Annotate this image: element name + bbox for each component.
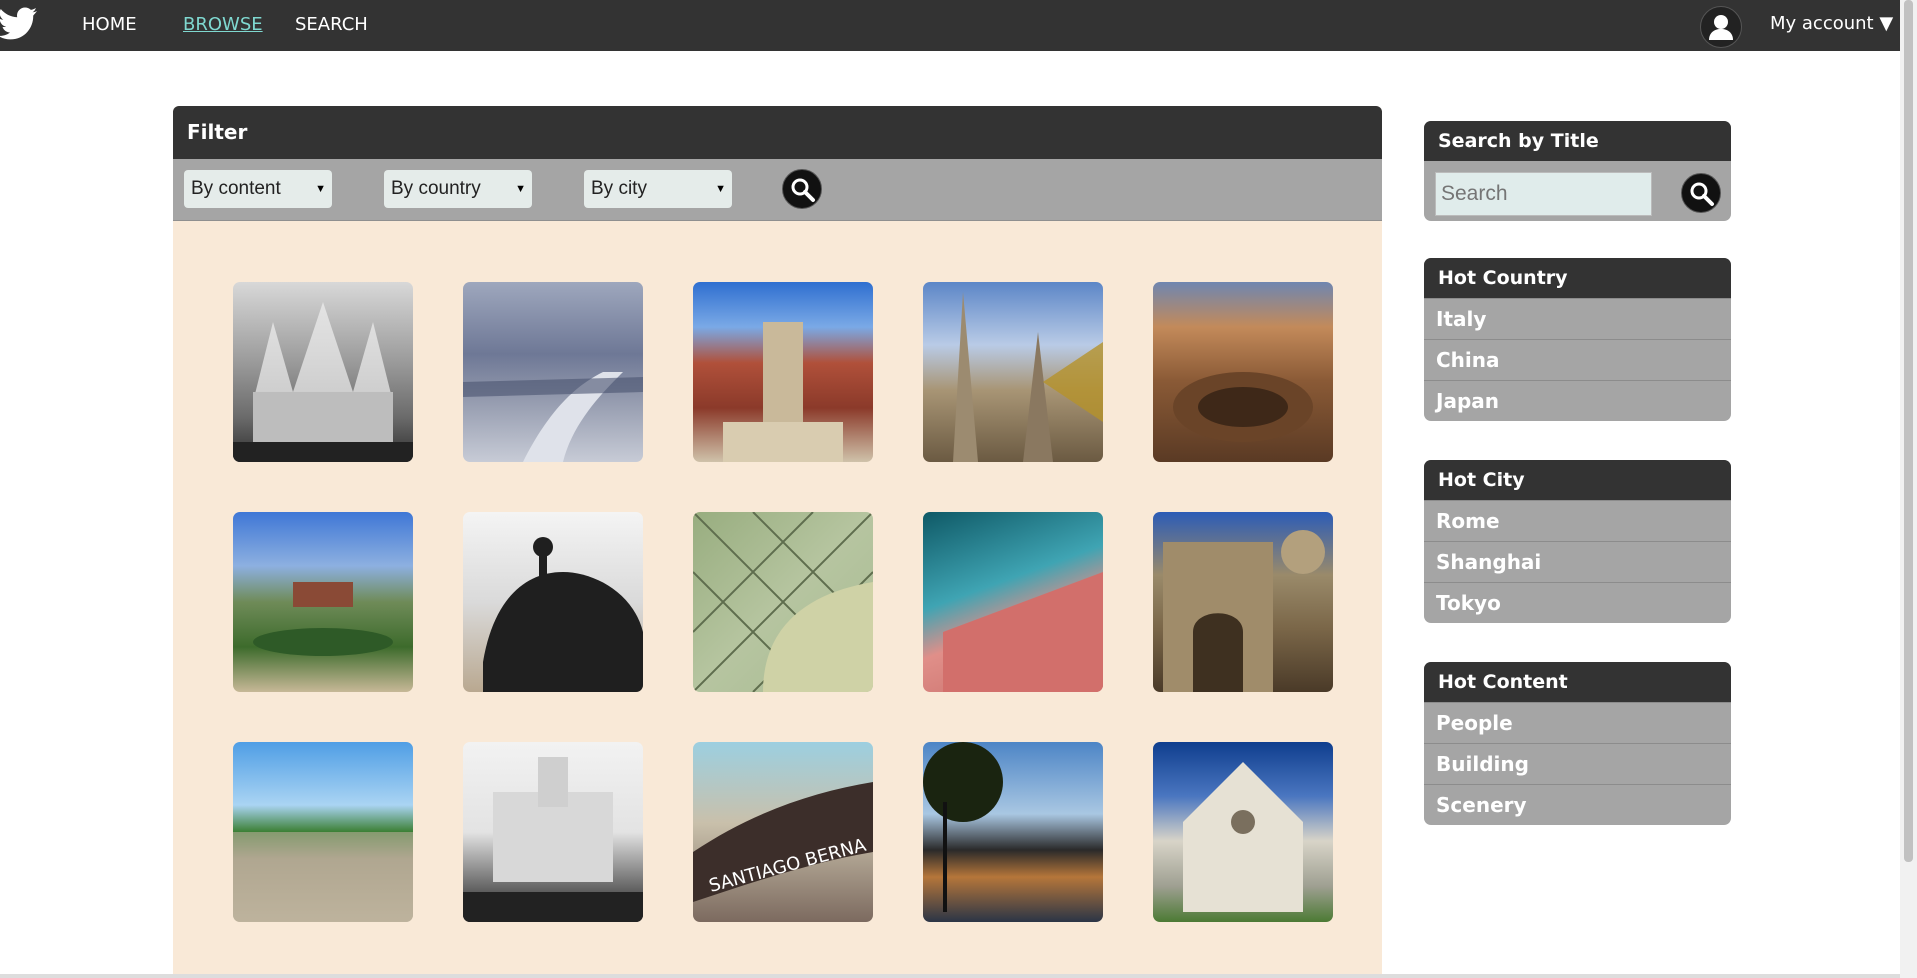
filter-search-button[interactable] <box>782 169 822 209</box>
nav-home-link[interactable]: HOME <box>82 14 137 35</box>
country-select[interactable]: By country ▼ <box>384 170 532 208</box>
user-avatar-icon[interactable] <box>1700 6 1742 48</box>
filter-bar: By content ▼ By country ▼ By city ▼ <box>173 159 1382 221</box>
hot-country-heading: Hot Country <box>1424 258 1731 298</box>
my-account-menu[interactable]: My account ▼ <box>1770 13 1893 34</box>
gallery-image-arsenal-stadium-sign[interactable] <box>923 512 1103 692</box>
nav-browse-link[interactable]: BROWSE <box>183 14 263 35</box>
hot-city-item[interactable]: Rome <box>1424 500 1731 541</box>
bottom-divider <box>0 974 1900 978</box>
hot-city-heading: Hot City <box>1424 460 1731 500</box>
title-search-button[interactable] <box>1681 173 1721 213</box>
gallery-image-white-palace-building[interactable] <box>463 742 643 922</box>
top-navbar: HOME BROWSE SEARCH My account ▼ <box>0 0 1900 51</box>
hot-content-item[interactable]: Building <box>1424 743 1731 784</box>
hot-city-item[interactable]: Shanghai <box>1424 541 1731 582</box>
filter-panel: Filter By content ▼ By country ▼ By city… <box>173 106 1382 978</box>
gallery-image-gothic-church[interactable] <box>923 282 1103 462</box>
scrollbar-thumb[interactable] <box>1904 0 1913 862</box>
dropdown-arrow-icon: ▼ <box>715 183 726 195</box>
gallery-image-florence-church-facade[interactable] <box>1153 742 1333 922</box>
magnifier-icon <box>791 178 815 202</box>
dropdown-arrow-icon: ▼ <box>315 183 326 195</box>
hot-content-panel: Hot Content People Building Scenery <box>1424 662 1731 825</box>
gallery-image-palace-garden-fountain[interactable] <box>233 512 413 692</box>
hot-country-item[interactable]: China <box>1424 339 1731 380</box>
content-select-value: By content <box>191 178 281 199</box>
gallery-image-snowy-park-road[interactable] <box>463 282 643 462</box>
hot-content-heading: Hot Content <box>1424 662 1731 702</box>
hot-content-item[interactable]: People <box>1424 702 1731 743</box>
gallery-image-santiago-bernabeu-stadium[interactable]: SANTIAGO BERNA <box>693 742 873 922</box>
gallery-image-tropical-beach[interactable] <box>233 742 413 922</box>
gallery-image-cathedral-bw[interactable] <box>233 282 413 462</box>
search-by-title-panel: Search by Title <box>1424 121 1731 221</box>
city-select-value: By city <box>591 178 647 199</box>
hot-country-panel: Hot Country Italy China Japan <box>1424 258 1731 421</box>
hot-country-item[interactable]: Italy <box>1424 298 1731 339</box>
gallery-image-roman-arch-ruins[interactable] <box>1153 512 1333 692</box>
hot-city-panel: Hot City Rome Shanghai Tokyo <box>1424 460 1731 623</box>
content-select[interactable]: By content ▼ <box>184 170 332 208</box>
title-search-input[interactable] <box>1435 172 1652 216</box>
filter-title: Filter <box>173 106 1382 159</box>
magnifier-icon <box>1690 182 1714 206</box>
dropdown-arrow-icon: ▼ <box>515 183 526 195</box>
hot-content-item[interactable]: Scenery <box>1424 784 1731 825</box>
gallery-image-lakeside-sunset[interactable] <box>923 742 1103 922</box>
hot-country-item[interactable]: Japan <box>1424 380 1731 421</box>
gallery-image-horse-statue-silhouette[interactable] <box>463 512 643 692</box>
gallery-image-glass-roof-museum[interactable] <box>693 512 873 692</box>
hot-city-item[interactable]: Tokyo <box>1424 582 1731 623</box>
city-select[interactable]: By city ▼ <box>584 170 732 208</box>
bird-logo-icon[interactable] <box>0 4 40 46</box>
nav-search-link[interactable]: SEARCH <box>295 14 368 35</box>
gallery-image-royal-albert-hall[interactable] <box>693 282 873 462</box>
country-select-value: By country <box>391 178 481 199</box>
search-by-title-heading: Search by Title <box>1424 121 1731 161</box>
gallery-image-colosseum-interior[interactable] <box>1153 282 1333 462</box>
